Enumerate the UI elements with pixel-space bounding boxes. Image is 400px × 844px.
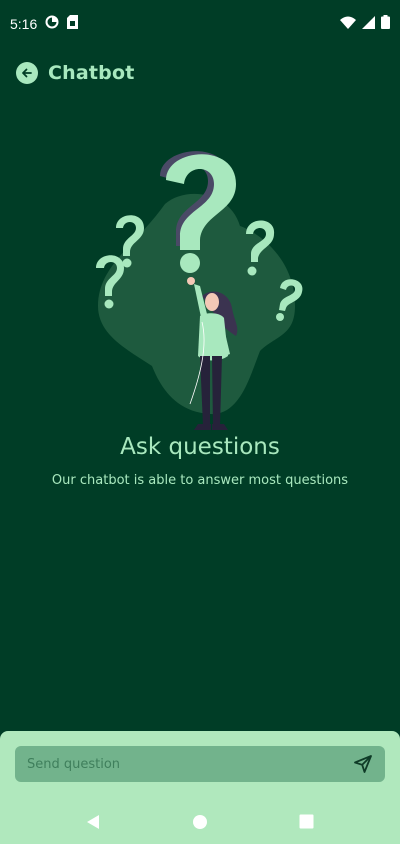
question-input[interactable] [25,755,351,773]
data-saver-icon [45,15,59,33]
app-header: Chatbot [16,58,135,88]
send-icon [354,755,372,773]
nav-recents-button[interactable] [287,802,327,842]
signal-icon [362,15,375,33]
person-with-question-marks-illustration [90,136,310,436]
chatbot-screen: 5:16 Chatbot Ask questions Our chatbot i… [0,0,400,844]
empty-state-title: Ask questions [120,434,280,460]
status-bar: 5:16 [0,0,400,48]
arrow-left-icon [22,68,32,78]
home-circle-icon [192,814,207,829]
recents-square-icon [299,814,314,829]
status-right [340,15,390,33]
page-title: Chatbot [48,62,135,84]
empty-state-subtitle: Our chatbot is able to answer most quest… [51,473,349,488]
status-time: 5:16 [10,16,38,32]
composer-panel [0,731,400,844]
back-button[interactable] [16,62,38,84]
system-nav-bar [0,799,400,844]
send-button[interactable] [351,752,375,776]
nav-back-button[interactable] [73,802,113,842]
wifi-icon [340,16,356,33]
question-input-container [15,746,385,782]
nav-home-button[interactable] [180,802,220,842]
back-triangle-icon [87,814,100,829]
big-question-dot [180,253,200,273]
sim-card-icon [67,15,79,33]
status-left: 5:16 [10,15,79,33]
battery-icon [381,15,390,33]
